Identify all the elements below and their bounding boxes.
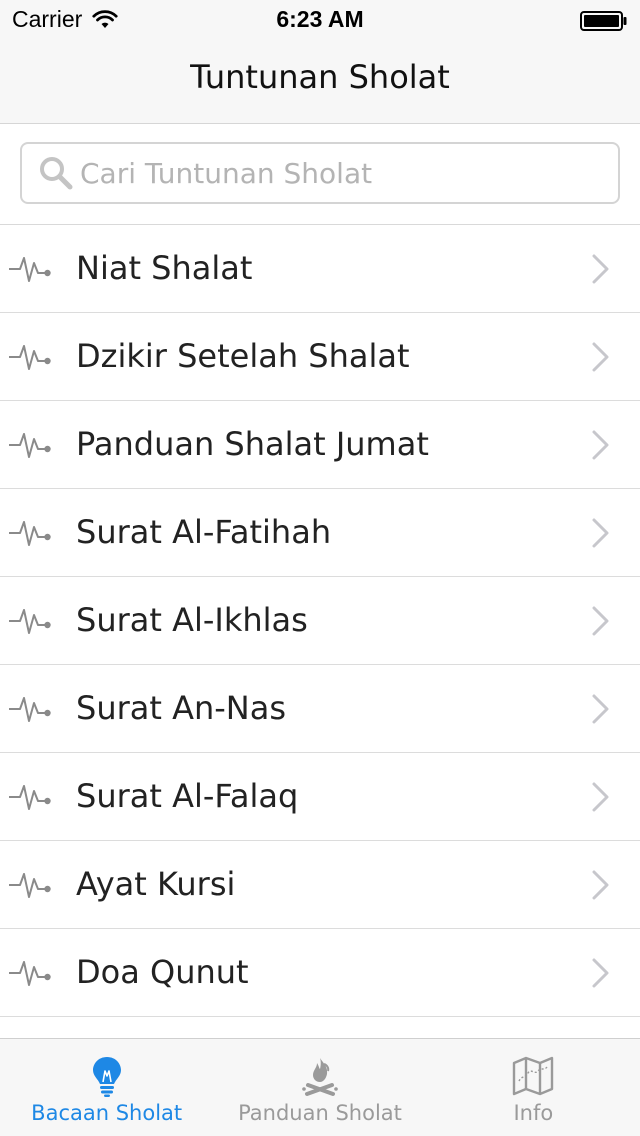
list-item-label: Surat An-Nas bbox=[76, 689, 287, 727]
list-item-surat-an-nas[interactable]: Surat An-Nas bbox=[0, 665, 640, 753]
list-item-surat-al-fatihah[interactable]: Surat Al-Fatihah bbox=[0, 489, 640, 577]
tab-info[interactable]: Info bbox=[427, 1039, 640, 1136]
chevron-right-icon bbox=[592, 606, 609, 636]
tab-bar: Bacaan Sholat Panduan Sholat Info bbox=[0, 1038, 640, 1136]
chevron-right-icon bbox=[592, 958, 609, 988]
lightbulb-icon bbox=[92, 1057, 121, 1097]
list-item-dzikir-setelah-shalat[interactable]: Dzikir Setelah Shalat bbox=[0, 313, 640, 401]
menu-list: Niat Shalat Dzikir Setelah Shalat Pandua… bbox=[0, 225, 640, 1038]
clock: 6:23 AM bbox=[276, 6, 364, 32]
list-item-label: Ayat Kursi bbox=[76, 865, 236, 903]
list-item-label: Panduan Shalat Jumat bbox=[76, 425, 429, 463]
list-item-panduan-shalat-jumat[interactable]: Panduan Shalat Jumat bbox=[0, 401, 640, 489]
tab-panduan-sholat[interactable]: Panduan Sholat bbox=[213, 1039, 426, 1136]
search-placeholder: Cari Tuntunan Sholat bbox=[80, 156, 373, 190]
chevron-right-icon bbox=[592, 694, 609, 724]
navigation-bar: Carrier 6:23 AM Tuntunan Sholat bbox=[0, 0, 640, 124]
list-item-surat-al-falaq[interactable]: Surat Al-Falaq bbox=[0, 753, 640, 841]
tab-label: Panduan Sholat bbox=[238, 1101, 402, 1125]
map-icon bbox=[513, 1056, 554, 1096]
app-screen: Carrier 6:23 AM Tuntunan Sholat Cari Tun… bbox=[0, 0, 640, 1136]
chevron-right-icon bbox=[592, 782, 609, 812]
list-item-label: Surat Al-Falaq bbox=[76, 777, 299, 815]
tab-bacaan-sholat[interactable]: Bacaan Sholat bbox=[0, 1039, 213, 1136]
list-item-label: Surat Al-Fatihah bbox=[76, 513, 332, 551]
status-bar: Carrier 6:23 AM bbox=[0, 0, 640, 40]
chevron-right-icon bbox=[592, 870, 609, 900]
list-item-ayat-kursi[interactable]: Ayat Kursi bbox=[0, 841, 640, 929]
list-item-label: Surat Al-Ikhlas bbox=[76, 601, 308, 639]
page-title: Tuntunan Sholat bbox=[190, 58, 450, 96]
chevron-right-icon bbox=[592, 430, 609, 460]
search-icon bbox=[40, 157, 73, 190]
campfire-icon bbox=[302, 1058, 338, 1096]
list-item-label: Niat Shalat bbox=[76, 249, 253, 287]
search-bar: Cari Tuntunan Sholat bbox=[0, 124, 640, 225]
pulse-icon bbox=[9, 697, 51, 722]
list-item-surat-al-ikhlas[interactable]: Surat Al-Ikhlas bbox=[0, 577, 640, 665]
list-item-doa-qunut[interactable]: Doa Qunut bbox=[0, 929, 640, 1017]
list-item-niat-shalat[interactable]: Niat Shalat bbox=[0, 225, 640, 313]
chevron-right-icon bbox=[592, 518, 609, 548]
list-item-label: Doa Qunut bbox=[76, 953, 249, 991]
tab-label: Bacaan Sholat bbox=[31, 1101, 183, 1125]
chevron-right-icon bbox=[592, 254, 609, 284]
pulse-icon bbox=[9, 345, 51, 370]
tab-label: Info bbox=[513, 1101, 554, 1125]
list-item-partial[interactable] bbox=[0, 1017, 640, 1038]
pulse-icon bbox=[9, 873, 51, 898]
chevron-right-icon bbox=[592, 342, 609, 372]
pulse-icon bbox=[9, 257, 51, 282]
pulse-icon bbox=[9, 433, 51, 458]
pulse-icon bbox=[9, 609, 51, 634]
battery-icon bbox=[580, 11, 627, 31]
pulse-icon bbox=[9, 785, 51, 810]
list-item-label: Dzikir Setelah Shalat bbox=[76, 337, 410, 375]
pulse-icon bbox=[9, 521, 51, 546]
search-input[interactable]: Cari Tuntunan Sholat bbox=[20, 142, 620, 204]
pulse-icon bbox=[9, 961, 51, 986]
